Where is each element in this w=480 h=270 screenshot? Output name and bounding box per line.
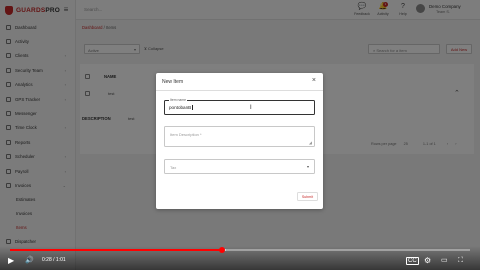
text-caret <box>191 105 193 111</box>
chevron-down-icon: ▾ <box>306 164 309 169</box>
miniplayer-icon[interactable]: ▭ <box>441 256 448 266</box>
progress-bar[interactable] <box>10 247 470 253</box>
settings-icon[interactable]: ⚙ <box>424 256 431 266</box>
tax-select[interactable]: Tax ▾ <box>164 159 315 174</box>
resize-handle-icon[interactable]: ◢ <box>309 140 312 145</box>
captions-icon[interactable]: CC <box>406 257 419 265</box>
fullscreen-icon[interactable]: ⛶ <box>458 256 463 266</box>
text-cursor-icon: I <box>250 105 252 111</box>
video-player-controls: ▶ 🔊 0:28 / 1:01 CC ⚙ ▭ ⛶ <box>0 246 480 270</box>
new-item-dialog: New Item × Item name pontobanB I Item De… <box>156 73 323 209</box>
close-icon[interactable]: × <box>312 77 316 84</box>
tax-placeholder: Tax <box>170 165 177 170</box>
item-description-placeholder: Item Description * <box>170 132 202 137</box>
item-name-field[interactable]: Item name pontobanB I <box>164 98 315 115</box>
dialog-title: New Item <box>162 79 184 85</box>
time-display: 0:28 / 1:01 <box>42 257 66 263</box>
item-name-value: pontobanB <box>169 105 192 110</box>
scrubber-handle[interactable] <box>218 247 225 253</box>
play-icon[interactable]: ▶ <box>8 256 14 266</box>
dialog-divider <box>156 90 323 91</box>
submit-button[interactable]: Submit <box>297 192 318 201</box>
volume-icon[interactable]: 🔊 <box>25 256 34 266</box>
played-bar <box>10 249 222 251</box>
item-description-field[interactable]: Item Description * ◢ <box>164 126 315 147</box>
item-name-label: Item name <box>169 98 188 102</box>
